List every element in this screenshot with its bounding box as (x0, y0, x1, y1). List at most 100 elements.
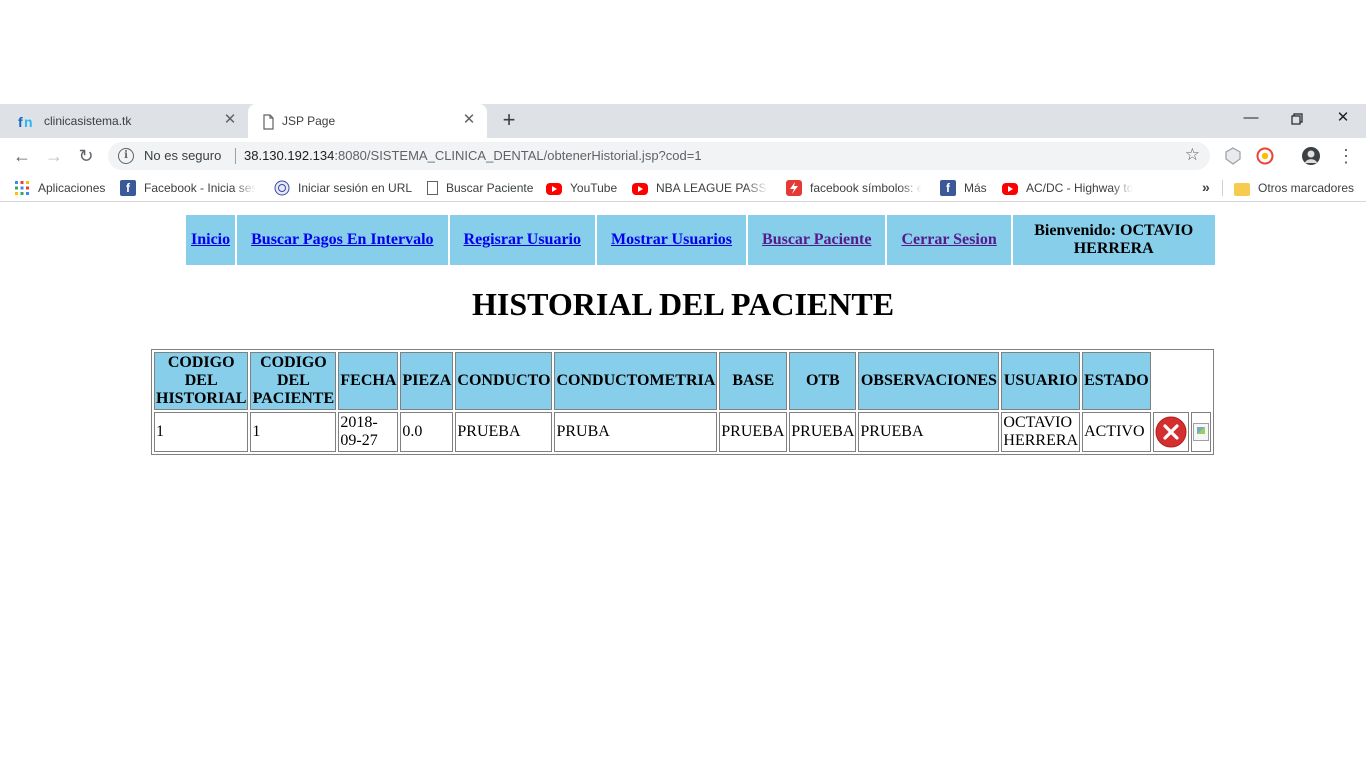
facebook-icon: f (120, 180, 136, 196)
buscar-pagos-link[interactable]: Buscar Pagos En Intervalo (251, 231, 433, 248)
bookmark-facebook-simbolos[interactable]: facebook símbolos: e (786, 180, 922, 196)
lightning-icon (786, 180, 802, 196)
close-tab-icon[interactable]: ✕ (222, 112, 238, 128)
menu-cell-mostrar-usuarios: Mostrar Usuarios (596, 215, 747, 265)
pieza-cell: 0.0 (400, 412, 454, 452)
menu-kebab-icon[interactable]: ⋮ (1334, 144, 1358, 168)
address-bar[interactable]: i No es seguro 38.130.192.134:8080/SISTE… (108, 142, 1210, 170)
tab-title: clinicasistema.tk (44, 114, 132, 128)
column-header: CONDUCTO (455, 352, 553, 410)
page-title: HISTORIAL DEL PACIENTE (471, 286, 895, 322)
close-tab-icon[interactable]: ✕ (461, 112, 477, 128)
page-content: Inicio Buscar Pagos En Intervalo Regisra… (0, 206, 1366, 768)
codigo-historial-cell: 1 (154, 412, 249, 452)
security-label[interactable]: No es seguro (144, 148, 221, 163)
table-header-row: CODIGO DEL HISTORIAL CODIGO DEL PACIENTE FEC… (154, 352, 1211, 410)
site-favicon-icon: f n (18, 114, 33, 130)
url-host: 38.130.192.134 (244, 148, 335, 163)
bookmark-label: NBA LEAGUE PASS H (656, 181, 768, 195)
profile-avatar-icon[interactable] (1302, 147, 1320, 165)
address-separator (235, 148, 236, 164)
conductometria-cell: PRUBA (554, 412, 718, 452)
bookmark-acdc[interactable]: AC/DC - Highway to (1002, 180, 1138, 196)
browser-toolbar: ← → ↻ i No es seguro 38.130.192.134:8080… (0, 138, 1366, 174)
fecha-cell: 2018- 09-27 (338, 412, 399, 452)
bookmark-apps[interactable]: Aplicaciones (14, 180, 105, 196)
broken-image-icon[interactable] (1192, 423, 1209, 441)
new-tab-icon[interactable]: + (498, 106, 520, 134)
bookmark-label: Buscar Paciente (446, 181, 534, 195)
delete-cell (1152, 412, 1189, 452)
youtube-icon (1002, 183, 1018, 195)
column-header: CODIGO DEL PACIENTE (250, 352, 337, 410)
facebook-icon: f (940, 180, 956, 196)
youtube-icon (546, 183, 562, 195)
bookmarks-overflow-icon[interactable]: » (1202, 179, 1210, 195)
welcome-line: HERRERA (1073, 240, 1154, 257)
mostrar-usuarios-link[interactable]: Mostrar Usuarios (611, 231, 732, 248)
back-arrow-icon[interactable]: ← (10, 144, 34, 168)
bookmark-facebook[interactable]: f Facebook - Inicia sesi (120, 180, 256, 196)
bookmarks-separator (1222, 180, 1223, 196)
empty-header (1191, 352, 1211, 410)
menu-cell-cerrar-sesion: Cerrar Sesion (887, 215, 1011, 265)
column-header: BASE (719, 352, 788, 410)
bookmark-buscar-paciente[interactable]: Buscar Paciente (424, 180, 533, 196)
close-window-icon[interactable]: ✕ (1320, 104, 1366, 134)
bookmark-label: YouTube (570, 181, 618, 195)
delete-icon[interactable] (1155, 416, 1187, 448)
estado-cell: ACTIVO (1082, 412, 1151, 452)
tab-strip: f n clinicasistema.tk ✕ JSP Page ✕ (0, 104, 1366, 138)
tab-jsp-page[interactable]: JSP Page ✕ (248, 104, 487, 138)
minimize-icon[interactable]: — (1228, 104, 1274, 134)
column-header: OBSERVACIONES (858, 352, 1000, 410)
base-cell: PRUEBA (719, 412, 788, 452)
extension-shield-icon[interactable] (1224, 147, 1242, 165)
bookmark-label: Facebook - Inicia sesi (144, 181, 256, 195)
column-header: OTB (789, 352, 857, 410)
bookmark-iniciar-sesion[interactable]: Iniciar sesión en URL (274, 180, 412, 196)
bookmark-otros-marcadores[interactable]: Otros marcadores (1234, 180, 1354, 196)
svg-text:f: f (18, 114, 23, 130)
bookmark-mas[interactable]: f Más (940, 180, 987, 196)
folder-icon (1234, 182, 1250, 196)
page-icon (263, 114, 274, 130)
column-header: USUARIO (1001, 352, 1081, 410)
bookmark-label: AC/DC - Highway to (1026, 181, 1134, 195)
bookmark-label: Más (964, 181, 987, 195)
bookmark-star-icon[interactable]: ☆ (1185, 145, 1200, 165)
edit-cell (1190, 412, 1211, 452)
bookmark-label: Aplicaciones (38, 181, 106, 195)
extension-record-icon[interactable] (1256, 147, 1274, 165)
youtube-icon (632, 183, 648, 195)
restore-icon[interactable] (1274, 104, 1320, 134)
empty-header (1153, 352, 1189, 410)
forward-arrow-icon[interactable]: → (42, 144, 66, 168)
buscar-paciente-link[interactable]: Buscar Paciente (762, 231, 871, 248)
inicio-link[interactable]: Inicio (191, 231, 230, 248)
bookmark-nba[interactable]: NBA LEAGUE PASS H (632, 180, 768, 196)
bookmark-youtube[interactable]: YouTube (546, 180, 617, 196)
globe-seal-icon (274, 180, 290, 196)
cerrar-sesion-link[interactable]: Cerrar Sesion (901, 231, 996, 248)
url-path: :8080/SISTEMA_CLINICA_DENTAL/obtenerHist… (334, 148, 702, 163)
bookmark-label: facebook símbolos: e (810, 181, 922, 195)
welcome-message: Bienvenido: OCTAVIO HERRERA (1012, 215, 1215, 265)
table-row: 1 1 2018- 09-27 0.0 PRUEBA PRUBA PRUEBA P… (154, 412, 1211, 452)
welcome-line: Bienvenido: OCTAVIO (1034, 222, 1194, 239)
history-table: CODIGO DEL HISTORIAL CODIGO DEL PACIENTE FEC… (151, 349, 1214, 455)
menu-cell-registrar-usuario: Regisrar Usuario (449, 215, 595, 265)
observaciones-cell: PRUEBA (858, 412, 1000, 452)
info-icon[interactable]: i (118, 148, 134, 164)
bookmark-label: Iniciar sesión en URL (298, 181, 413, 195)
tab-clinicasistema[interactable]: f n clinicasistema.tk ✕ (0, 104, 248, 138)
column-header: ESTADO (1082, 352, 1151, 410)
column-header: CODIGO DEL HISTORIAL (154, 352, 249, 410)
bookmarks-bar: Aplicaciones f Facebook - Inicia sesi In… (0, 174, 1366, 202)
column-header: FECHA (338, 352, 399, 410)
column-header: CONDUCTOMETRIA (554, 352, 718, 410)
menu-cell-inicio: Inicio (186, 215, 236, 265)
url-text[interactable]: 38.130.192.134:8080/SISTEMA_CLINICA_DENT… (244, 148, 702, 163)
reload-icon[interactable]: ↻ (74, 144, 98, 168)
registrar-usuario-link[interactable]: Regisrar Usuario (464, 231, 581, 248)
